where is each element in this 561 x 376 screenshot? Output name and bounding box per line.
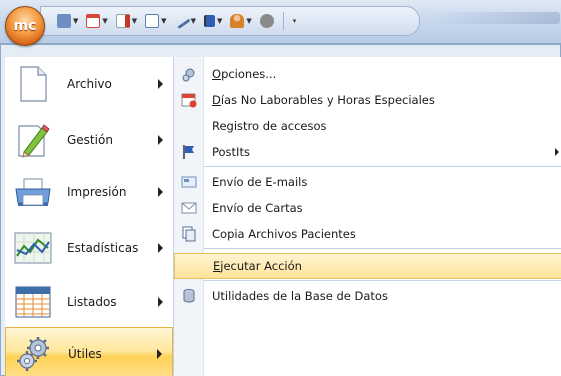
qat-flag-button[interactable]: ▼ — [202, 15, 224, 27]
qat-customize-button[interactable]: ▾ — [291, 17, 299, 25]
submenu-item-label: Días No Laborables y Horas Especiales — [212, 93, 435, 107]
envelope-icon — [174, 195, 204, 221]
copy-icon — [174, 221, 204, 247]
chevron-right-icon — [158, 297, 163, 307]
submenu-item-dias-no-laborables[interactable]: Días No Laborables y Horas Especiales — [174, 87, 561, 113]
application-menu: Archivo Gestión Impresión Estadísticas L… — [0, 44, 561, 376]
access-key: O — [212, 67, 222, 81]
submenu-item-label: Envío de E-mails — [212, 175, 308, 189]
submenu-item-label: Utilidades de la Base de Datos — [212, 289, 388, 303]
menu-item-label: Impresión — [67, 185, 127, 199]
chevron-down-icon: ▼ — [246, 17, 252, 25]
submenu-item-registro-accesos[interactable]: Registro de accesos — [174, 113, 561, 139]
pen-icon — [172, 12, 191, 30]
menu-item-label: Gestión — [67, 133, 113, 147]
title-bar: ▼ ▼ ▼ ▼ ▼ ▼ ▼ ▾ mc — [0, 0, 561, 46]
menu-item-label: Listados — [67, 295, 117, 309]
submenu-item-label: Copia Archivos Pacientes — [212, 227, 356, 241]
chevron-down-icon: ▼ — [161, 17, 167, 25]
main-menu-list: Archivo Gestión Impresión Estadísticas L… — [5, 57, 173, 376]
label-rest: jecutar Acción — [220, 259, 302, 273]
document-red-icon — [115, 14, 130, 28]
chevron-down-icon: ▼ — [73, 17, 79, 25]
menu-item-label: Archivo — [67, 77, 112, 91]
notes-icon — [57, 14, 71, 28]
menu-item-impresion[interactable]: Impresión — [5, 165, 173, 219]
label-rest: ías No Laborables y Horas Especiales — [220, 93, 435, 107]
menu-item-gestion[interactable]: Gestión — [5, 113, 173, 167]
submenu-item-envio-cartas[interactable]: Envío de Cartas — [174, 195, 561, 221]
submenu-separator — [204, 280, 561, 281]
database-icon — [174, 283, 204, 309]
menu-item-listados[interactable]: Listados — [5, 275, 173, 329]
customize-icon: ▾ — [292, 17, 297, 25]
submenu-item-copia-archivos[interactable]: Copia Archivos Pacientes — [174, 221, 561, 247]
qat-separator — [282, 12, 284, 30]
qat-document-red-button[interactable]: ▼ — [114, 14, 139, 28]
submenu-item-label: Ejecutar Acción — [213, 259, 302, 273]
calendar-icon — [174, 87, 204, 113]
gears-icon — [14, 334, 54, 374]
printer-icon — [13, 172, 53, 212]
document-icon — [13, 64, 53, 104]
submenu-item-label: Opciones... — [212, 67, 276, 81]
chevron-down-icon: ▼ — [102, 17, 108, 25]
submenu-item-utilidades-bd[interactable]: Utilidades de la Base de Datos — [174, 283, 561, 309]
menu-item-estadisticas[interactable]: Estadísticas — [5, 221, 173, 275]
calendar-icon — [86, 14, 101, 28]
submenu-item-label: Registro de accesos — [212, 119, 327, 133]
chevron-right-icon — [158, 243, 163, 253]
submenu-separator — [204, 166, 561, 167]
tools-icon — [259, 14, 274, 28]
app-orb-button[interactable]: mc — [5, 6, 45, 46]
person-icon — [230, 14, 245, 28]
submenu-separator — [204, 248, 561, 249]
submenu-item-opciones[interactable]: Opciones... — [174, 61, 561, 87]
submenu-utiles: Opciones... Días No Laborables y Horas E… — [173, 57, 561, 376]
menu-item-utiles[interactable]: Útiles — [5, 327, 173, 376]
orb-label: mc — [13, 18, 37, 34]
submenu-item-envio-emails[interactable]: Envío de E-mails — [174, 169, 561, 195]
submenu-item-label: PostIts — [212, 145, 250, 159]
chevron-right-icon — [158, 79, 163, 89]
quick-access-toolbar: ▼ ▼ ▼ ▼ ▼ ▼ ▼ ▾ — [40, 6, 420, 36]
label-rest: pciones... — [221, 67, 277, 81]
gear-icon — [174, 61, 204, 87]
submenu-item-label: Envío de Cartas — [212, 201, 303, 215]
chevron-right-icon — [158, 135, 163, 145]
window-title-area — [430, 12, 560, 24]
submenu-item-postits[interactable]: PostIts — [174, 139, 561, 165]
menu-item-label: Útiles — [68, 347, 102, 361]
qat-person-button[interactable]: ▼ — [228, 14, 253, 28]
empty-icon-slot — [174, 113, 204, 139]
qat-pen-button[interactable]: ▼ — [172, 12, 198, 30]
empty-icon-slot — [175, 253, 205, 279]
qat-tools-button[interactable] — [258, 14, 276, 28]
qat-document-button[interactable]: ▼ — [143, 14, 168, 28]
qat-notes-button[interactable]: ▼ — [55, 14, 80, 28]
menu-item-archivo[interactable]: Archivo — [5, 57, 173, 111]
submenu-item-ejecutar-accion[interactable]: Ejecutar Acción — [174, 253, 561, 279]
chevron-down-icon: ▼ — [131, 17, 138, 25]
list-icon — [13, 282, 53, 322]
menu-item-label: Estadísticas — [67, 241, 139, 255]
document-icon — [145, 14, 160, 28]
flag-icon — [203, 15, 215, 27]
chevron-down-icon: ▼ — [190, 17, 196, 25]
chart-icon — [13, 228, 53, 268]
access-key: D — [212, 93, 221, 107]
email-icon — [174, 169, 204, 195]
qat-calendar-button[interactable]: ▼ — [84, 14, 109, 28]
chevron-right-icon — [157, 349, 162, 359]
chevron-right-icon — [158, 187, 163, 197]
pencil-icon — [13, 120, 53, 160]
chevron-right-icon — [555, 148, 559, 156]
chevron-down-icon: ▼ — [216, 17, 223, 25]
flag-icon — [174, 139, 204, 165]
